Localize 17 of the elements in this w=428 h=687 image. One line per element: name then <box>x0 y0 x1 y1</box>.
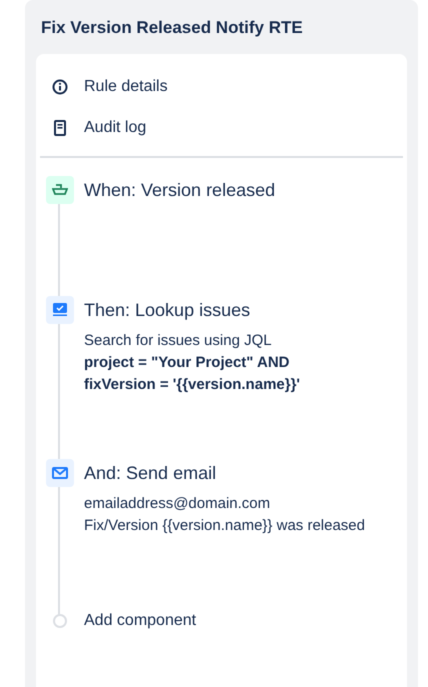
add-node-icon <box>53 614 67 628</box>
step-title[interactable]: And: Send email <box>84 459 384 487</box>
info-icon <box>52 78 68 94</box>
menu-item[interactable]: Rule details <box>40 66 403 107</box>
panel-title: Fix Version Released Notify RTE <box>40 17 304 39</box>
step-detail: Search for issues using JQL <box>84 331 273 351</box>
step-title[interactable]: Then: Lookup issues <box>84 296 384 324</box>
step-detail: emailaddress@domain.com <box>84 494 272 514</box>
envelope-icon <box>52 467 68 479</box>
monitor-icon <box>52 302 68 318</box>
step-detail: Fix/Version {{version.name}} was released <box>84 516 366 536</box>
jql-query: project = "Your Project" AND fixVersion = '{{version.name}}' <box>84 353 301 395</box>
add-component-button[interactable]: Add component <box>84 609 196 633</box>
document-icon <box>54 120 66 136</box>
boat-icon <box>52 184 68 196</box>
step-title[interactable]: When: Version released <box>84 176 384 204</box>
menu-item[interactable]: Audit log <box>40 107 403 148</box>
